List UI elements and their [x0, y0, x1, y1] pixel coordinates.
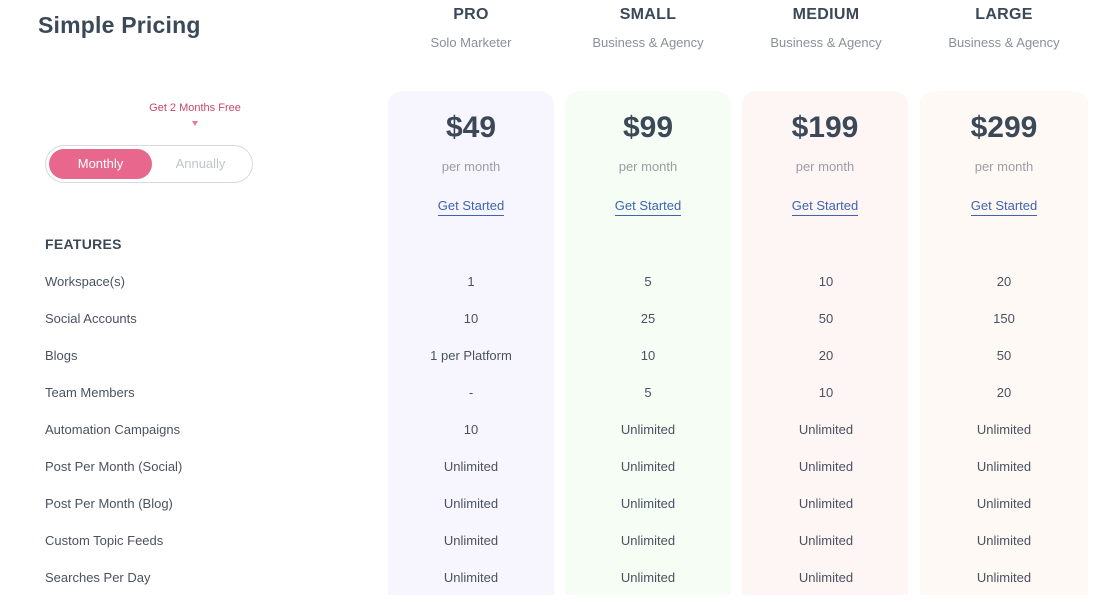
feature-value-large: Unlimited — [976, 496, 1032, 511]
feature-value-small: Unlimited — [620, 496, 676, 511]
plan-header-small: SMALL Business & Agency — [563, 6, 733, 50]
feature-value-large: 20 — [996, 385, 1012, 400]
feature-value-pro: Unlimited — [443, 459, 499, 474]
plan-subtitle: Business & Agency — [948, 35, 1060, 50]
get-started-button-large[interactable]: Get Started — [970, 198, 1038, 216]
feature-value-medium: Unlimited — [798, 496, 854, 511]
feature-label: Blogs — [45, 348, 78, 363]
plan-card-pro: $49 per month Get Started — [388, 91, 554, 595]
get-started-button-medium[interactable]: Get Started — [791, 198, 859, 216]
feature-value-medium: 20 — [818, 348, 834, 363]
plan-subtitle: Solo Marketer — [430, 35, 512, 50]
feature-value-medium: 50 — [818, 311, 834, 326]
feature-value-large: 150 — [993, 311, 1015, 326]
plan-price: $299 — [970, 111, 1038, 144]
feature-value-large: Unlimited — [976, 422, 1032, 437]
feature-value-large: 20 — [996, 274, 1012, 289]
feature-value-large: Unlimited — [976, 459, 1032, 474]
feature-value-medium: Unlimited — [798, 533, 854, 548]
billing-toggle[interactable]: Monthly Annually — [45, 145, 253, 183]
feature-value-small: 25 — [640, 311, 656, 326]
get-started-button-small[interactable]: Get Started — [614, 198, 682, 216]
feature-label: Workspace(s) — [45, 274, 125, 289]
plan-card-small: $99 per month Get Started — [565, 91, 731, 595]
plan-price: $99 — [622, 111, 674, 144]
feature-value-small: Unlimited — [620, 533, 676, 548]
plan-header-large: LARGE Business & Agency — [919, 6, 1089, 50]
feature-value-pro: 10 — [463, 422, 479, 437]
feature-label: Team Members — [45, 385, 135, 400]
plan-header-medium: MEDIUM Business & Agency — [741, 6, 911, 50]
feature-value-medium: Unlimited — [798, 422, 854, 437]
feature-value-small: Unlimited — [620, 570, 676, 585]
arrow-down-icon — [192, 121, 198, 126]
feature-value-pro: Unlimited — [443, 496, 499, 511]
feature-value-medium: 10 — [818, 385, 834, 400]
promo-label: Get 2 Months Free — [149, 102, 241, 114]
plan-name: MEDIUM — [792, 6, 860, 23]
feature-value-medium: Unlimited — [798, 570, 854, 585]
feature-value-pro: Unlimited — [443, 533, 499, 548]
feature-label: Custom Topic Feeds — [45, 533, 164, 548]
plan-name: SMALL — [619, 6, 677, 23]
feature-value-small: 5 — [644, 274, 652, 289]
feature-value-small: Unlimited — [620, 459, 676, 474]
plan-subtitle: Business & Agency — [770, 35, 882, 50]
plan-header-pro: PRO Solo Marketer — [386, 6, 556, 50]
plan-period: per month — [974, 159, 1034, 174]
feature-value-small: Unlimited — [620, 422, 676, 437]
feature-value-pro: 10 — [463, 311, 479, 326]
plan-card-large: $299 per month Get Started — [920, 91, 1088, 595]
feature-value-small: 5 — [644, 385, 652, 400]
feature-value-medium: 10 — [818, 274, 834, 289]
plan-period: per month — [795, 159, 855, 174]
feature-value-pro: - — [468, 385, 474, 400]
feature-value-small: 10 — [640, 348, 656, 363]
page-title: Simple Pricing — [38, 12, 201, 38]
features-title: FEATURES — [45, 236, 122, 252]
get-started-button-pro[interactable]: Get Started — [437, 198, 505, 216]
feature-value-pro: 1 per Platform — [430, 348, 512, 363]
plan-subtitle: Business & Agency — [592, 35, 704, 50]
feature-value-pro: 1 — [467, 274, 475, 289]
feature-value-medium: Unlimited — [798, 459, 854, 474]
feature-label: Post Per Month (Social) — [45, 459, 183, 474]
billing-option-monthly[interactable]: Monthly — [49, 149, 152, 179]
feature-label: Social Accounts — [45, 311, 137, 326]
plan-price: $199 — [791, 111, 859, 144]
plan-period: per month — [618, 159, 678, 174]
feature-value-large: Unlimited — [976, 533, 1032, 548]
billing-option-annually[interactable]: Annually — [149, 149, 252, 179]
feature-value-large: Unlimited — [976, 570, 1032, 585]
feature-label: Searches Per Day — [45, 570, 151, 585]
feature-value-pro: Unlimited — [443, 570, 499, 585]
plan-period: per month — [441, 159, 501, 174]
feature-label: Automation Campaigns — [45, 422, 181, 437]
plan-card-medium: $199 per month Get Started — [742, 91, 908, 595]
feature-value-large: 50 — [996, 348, 1012, 363]
feature-label: Post Per Month (Blog) — [45, 496, 173, 511]
plan-name: LARGE — [975, 6, 1033, 23]
plan-price: $49 — [445, 111, 497, 144]
plan-name: PRO — [453, 6, 489, 23]
